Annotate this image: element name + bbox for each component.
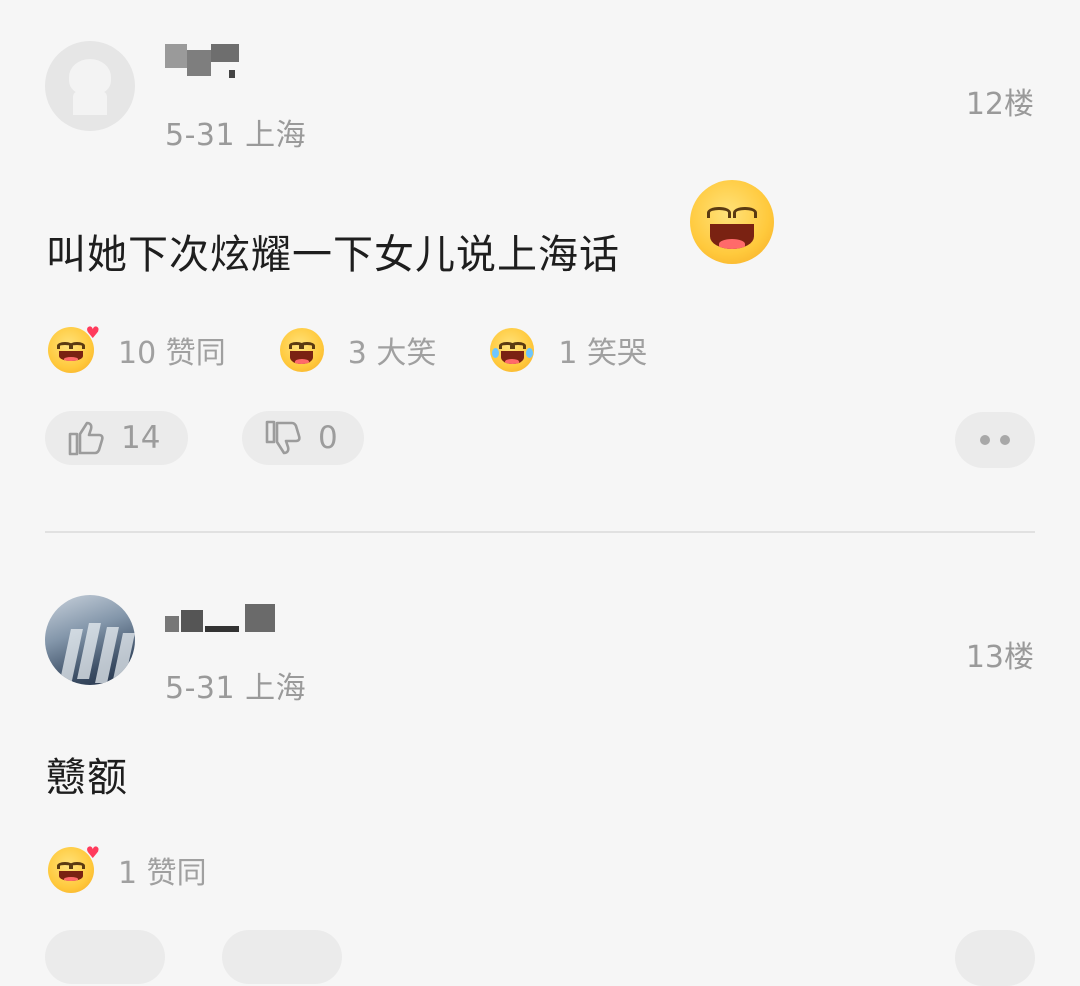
comment-text: 戆额 — [46, 755, 128, 801]
more-options-button[interactable] — [955, 930, 1035, 986]
comment-text-body: 叫她下次炫耀一下女儿说上海话 — [46, 232, 620, 278]
floor-number: 13楼 — [965, 640, 1034, 675]
reaction-cry-laugh[interactable]: 1 笑哭 — [490, 328, 647, 372]
dot-icon — [1000, 435, 1010, 445]
laugh-emoji-icon — [690, 180, 774, 264]
crying-laugh-emoji-icon — [490, 328, 535, 372]
reaction-summary[interactable]: ♥ 10 赞同 3 大笑 1 笑哭 — [48, 323, 701, 375]
reaction-label: 3 大笑 — [347, 336, 437, 371]
like-button[interactable]: 14 — [45, 411, 188, 465]
like-count: 14 — [121, 420, 161, 456]
date-location: 5-31 上海 — [165, 671, 307, 706]
floor-number: 12楼 — [965, 87, 1034, 122]
avatar[interactable] — [45, 595, 135, 685]
thumbs-up-icon — [68, 421, 104, 456]
dislike-button[interactable]: 0 — [242, 411, 364, 465]
more-options-button[interactable] — [955, 412, 1035, 468]
reaction-label: 1 赞同 — [118, 856, 207, 891]
dot-icon — [980, 435, 990, 445]
reaction-label: 1 笑哭 — [558, 336, 647, 371]
reaction-label: 10 赞同 — [118, 336, 226, 371]
date-location: 5-31 上海 — [165, 118, 307, 153]
username-blurred[interactable] — [165, 44, 255, 78]
thumbs-down-icon — [265, 420, 301, 455]
dislike-count: 0 — [318, 420, 338, 456]
comment-text: 叫她下次炫耀一下女儿说上海话 — [46, 222, 620, 280]
reaction-summary[interactable]: ♥ 1 赞同 — [48, 843, 261, 895]
reaction-laugh[interactable]: 3 大笑 — [279, 328, 437, 372]
heart-eyes-emoji-icon: ♥ — [48, 843, 100, 893]
divider — [45, 531, 1035, 533]
dislike-button[interactable] — [222, 930, 342, 984]
avatar[interactable] — [45, 41, 135, 131]
reaction-agree[interactable]: ♥ 1 赞同 — [48, 843, 207, 893]
reaction-agree[interactable]: ♥ 10 赞同 — [48, 323, 226, 373]
laugh-emoji-icon — [279, 328, 324, 372]
like-button[interactable] — [45, 930, 165, 984]
username-blurred[interactable] — [165, 600, 285, 634]
heart-eyes-emoji-icon: ♥ — [48, 323, 100, 373]
